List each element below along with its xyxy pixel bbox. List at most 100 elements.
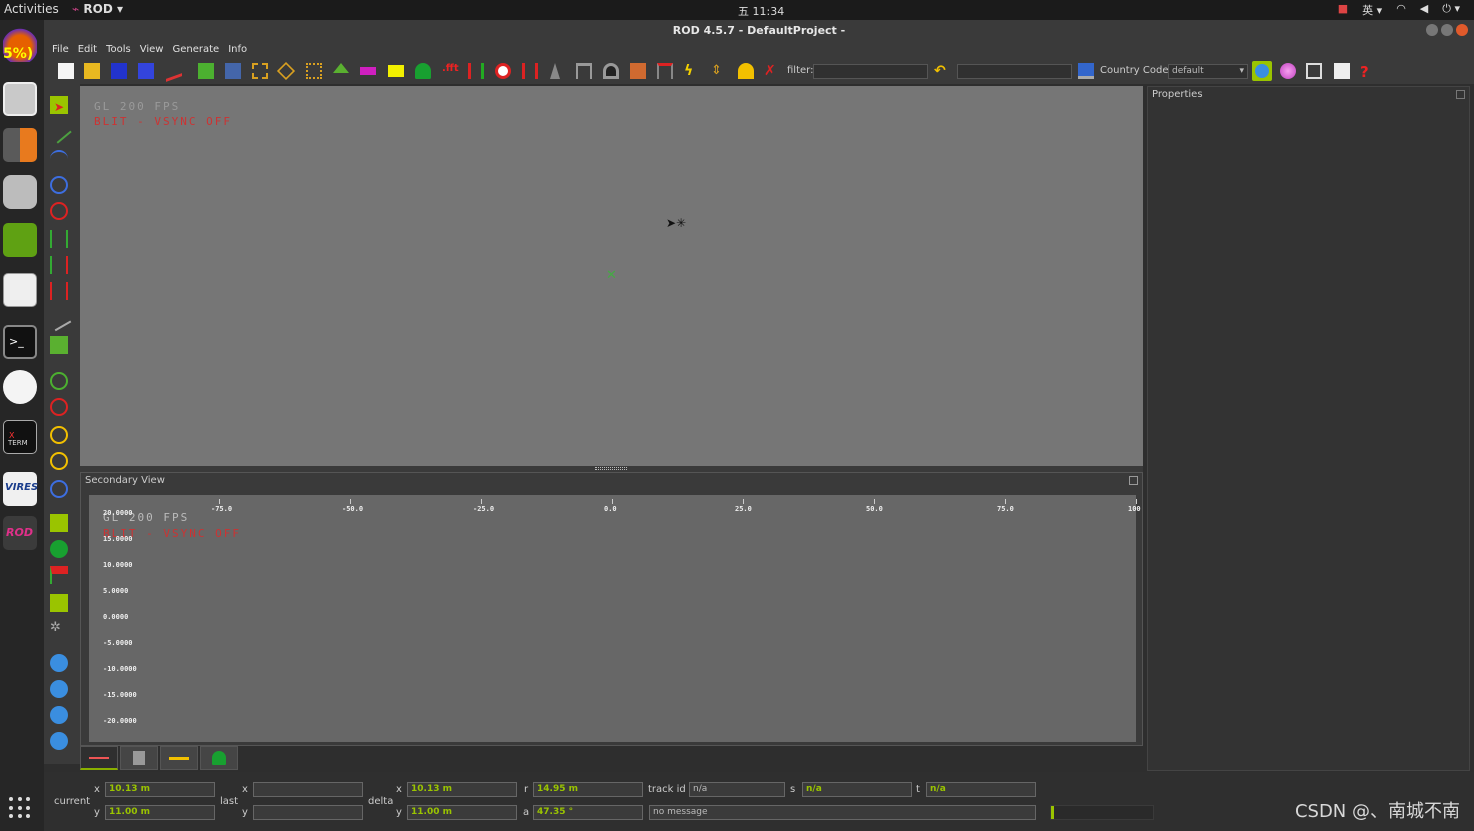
help-icon[interactable]: ? bbox=[1360, 63, 1376, 81]
activities-button[interactable]: Activities bbox=[4, 2, 59, 16]
camera-icon[interactable] bbox=[3, 175, 37, 209]
r-field[interactable]: 14.95 m bbox=[533, 782, 643, 797]
new-file-icon[interactable] bbox=[58, 63, 74, 79]
flag-tool-icon[interactable] bbox=[50, 566, 68, 584]
window-title-bar[interactable]: ROD 4.5.7 - DefaultProject - bbox=[44, 20, 1474, 42]
tree-tool-icon[interactable] bbox=[50, 540, 68, 558]
crossing-icon[interactable] bbox=[276, 61, 296, 81]
show-applications-button[interactable] bbox=[9, 797, 31, 819]
gantry-icon[interactable] bbox=[657, 63, 673, 79]
road-tool-icon[interactable] bbox=[166, 60, 182, 82]
main-3d-view[interactable]: GL 200 FPS BLIT - VSYNC OFF ✕ ➤✳ bbox=[80, 86, 1143, 466]
t-field[interactable]: n/a bbox=[926, 782, 1036, 797]
power-icon[interactable]: ⏻ ▾ bbox=[1442, 2, 1460, 18]
app-menu-button[interactable]: ⌁ ROD ▾ bbox=[72, 2, 123, 16]
zoom-object-icon[interactable] bbox=[50, 480, 68, 498]
building-icon[interactable] bbox=[630, 63, 646, 79]
menu-file[interactable]: File bbox=[52, 42, 69, 58]
globe-pbr-icon[interactable] bbox=[1280, 63, 1296, 79]
view-icon[interactable] bbox=[225, 63, 241, 79]
input-method-indicator[interactable]: 英 ▾ bbox=[1362, 2, 1382, 18]
object-magenta-icon[interactable] bbox=[360, 67, 376, 75]
record-icon[interactable]: ■ bbox=[1338, 2, 1348, 18]
circle-tool-icon[interactable] bbox=[50, 202, 68, 220]
close-button[interactable] bbox=[1456, 24, 1468, 36]
save-as-icon[interactable] bbox=[138, 63, 154, 79]
junction-icon[interactable] bbox=[198, 63, 214, 79]
zoom-out-icon[interactable] bbox=[50, 398, 68, 416]
globe-hcs-icon[interactable] bbox=[1252, 61, 1272, 81]
text-editor-icon[interactable] bbox=[3, 273, 37, 307]
a-field[interactable]: 47.35 ° bbox=[533, 805, 643, 820]
bridge-icon[interactable] bbox=[576, 63, 592, 79]
search-input[interactable] bbox=[957, 64, 1072, 79]
terrain-tool-icon[interactable] bbox=[50, 336, 68, 354]
delta-y-field[interactable]: 11.00 m bbox=[407, 805, 517, 820]
lane-icon[interactable] bbox=[522, 63, 538, 79]
terminal-icon[interactable]: >_ bbox=[3, 325, 37, 359]
filter-input[interactable] bbox=[813, 64, 928, 79]
globe-settings-icon[interactable] bbox=[50, 732, 68, 750]
grid-icon[interactable] bbox=[252, 63, 268, 79]
connect-tool-icon[interactable] bbox=[46, 306, 72, 332]
grid-alt-icon[interactable] bbox=[306, 63, 322, 79]
select-tool-icon[interactable]: ➤ bbox=[50, 96, 68, 114]
secondary-view-plot[interactable]: GL 200 FPS BLIT - VSYNC OFF -75.0 -50.0 -2… bbox=[89, 495, 1141, 742]
tunnel-icon[interactable] bbox=[603, 63, 619, 79]
settings-tool-icon[interactable]: ✲ bbox=[50, 620, 68, 638]
wifi-icon[interactable]: ◠ bbox=[1396, 2, 1406, 18]
monitor-icon[interactable] bbox=[1078, 63, 1094, 79]
document-icon[interactable] bbox=[1334, 63, 1350, 79]
zoom-in-icon[interactable] bbox=[50, 372, 68, 390]
maximize-button[interactable] bbox=[1441, 24, 1453, 36]
save-icon[interactable] bbox=[111, 63, 127, 79]
road-surface-icon[interactable] bbox=[550, 63, 560, 79]
arc-tool-icon[interactable] bbox=[50, 150, 68, 168]
line-tool-icon[interactable] bbox=[46, 118, 72, 144]
last-x-field[interactable] bbox=[253, 782, 363, 797]
warning-light-icon[interactable] bbox=[738, 63, 754, 79]
lightning-icon[interactable]: ϟ bbox=[684, 63, 700, 79]
minimize-button[interactable] bbox=[1426, 24, 1438, 36]
menu-edit[interactable]: Edit bbox=[78, 42, 97, 58]
vires-icon[interactable]: VIRES bbox=[3, 472, 38, 506]
nvidia-icon[interactable] bbox=[3, 223, 37, 257]
country-code-select[interactable]: default ▾ bbox=[1168, 64, 1248, 79]
calculator-icon[interactable] bbox=[3, 128, 37, 162]
terrain-icon[interactable] bbox=[333, 63, 349, 73]
firefox-icon[interactable]: 5%) bbox=[3, 28, 37, 62]
menu-generate[interactable]: Generate bbox=[172, 42, 219, 58]
tab-crossfall[interactable] bbox=[120, 746, 158, 770]
import-globe-icon[interactable] bbox=[50, 680, 68, 698]
menu-info[interactable]: Info bbox=[228, 42, 247, 58]
delta-x-field[interactable]: 10.13 m bbox=[407, 782, 517, 797]
menu-tools[interactable]: Tools bbox=[106, 42, 131, 58]
pin-tool-icon[interactable] bbox=[50, 594, 68, 612]
tab-road-profile[interactable] bbox=[80, 746, 118, 770]
current-x-field[interactable]: 10.13 m bbox=[105, 782, 215, 797]
undock-icon[interactable] bbox=[1129, 476, 1138, 485]
open-folder-icon[interactable] bbox=[84, 63, 100, 79]
map-tool-icon[interactable] bbox=[50, 514, 68, 532]
road-marking-icon[interactable] bbox=[468, 63, 484, 79]
track-id-field[interactable]: n/a bbox=[689, 782, 785, 797]
tab-superelevation[interactable] bbox=[160, 746, 198, 770]
zoom-reset-icon[interactable] bbox=[50, 452, 68, 470]
spiral-tool-icon[interactable] bbox=[50, 176, 68, 194]
rod-icon[interactable]: ROD bbox=[3, 516, 37, 550]
pdf-viewer-icon[interactable] bbox=[3, 370, 37, 404]
layout-icon[interactable] bbox=[1306, 63, 1322, 79]
export-globe-icon[interactable] bbox=[50, 654, 68, 672]
object-yellow-icon[interactable] bbox=[388, 65, 404, 77]
tree-icon[interactable] bbox=[415, 63, 431, 79]
pole-icon[interactable]: ⇕ bbox=[711, 63, 727, 79]
tab-terrain[interactable] bbox=[200, 746, 238, 770]
current-y-field[interactable]: 11.00 m bbox=[105, 805, 215, 820]
lane-add-icon[interactable] bbox=[50, 230, 68, 248]
lane-split-icon[interactable] bbox=[50, 256, 68, 274]
zoom-fit-icon[interactable] bbox=[50, 426, 68, 444]
last-y-field[interactable] bbox=[253, 805, 363, 820]
undo-icon[interactable]: ↶ bbox=[934, 63, 950, 79]
volume-icon[interactable]: ◀ bbox=[1420, 2, 1428, 18]
lane-remove-icon[interactable] bbox=[50, 282, 68, 300]
